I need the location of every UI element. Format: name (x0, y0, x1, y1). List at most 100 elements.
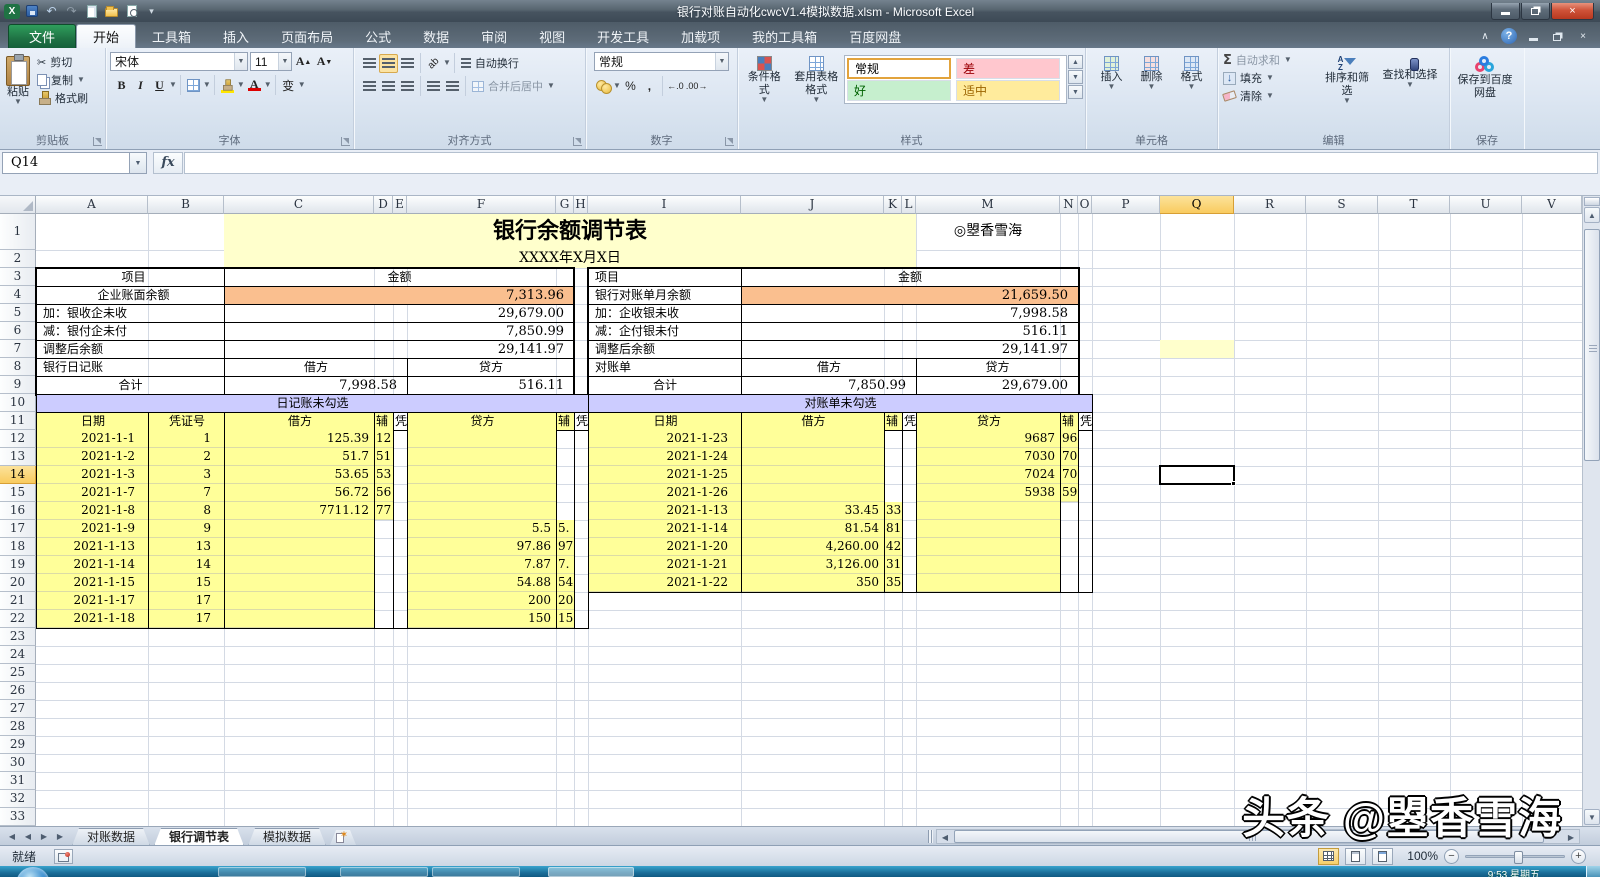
cell-D11[interactable]: 辅 (374, 412, 394, 431)
cell-J14[interactable] (741, 466, 884, 484)
zoom-in-button[interactable]: + (1571, 849, 1586, 864)
column-header-F[interactable]: F (407, 196, 556, 214)
cell-J16[interactable]: 33.45 (741, 502, 884, 520)
gallery-up-icon[interactable]: ▲ (1068, 55, 1083, 69)
cell-I16[interactable]: 2021-1-13 (588, 502, 741, 520)
row-header-9[interactable]: 9 (0, 376, 36, 394)
cell-F8[interactable]: 贷方 (407, 358, 575, 377)
cell-G20[interactable]: 54 (556, 574, 574, 592)
qat-undo-icon[interactable]: ↶ (43, 3, 60, 19)
cell-M18[interactable] (916, 538, 1060, 556)
cell-B12[interactable]: 1 (148, 430, 224, 448)
cell-style-差[interactable]: 差 (956, 58, 1060, 79)
cell-N13[interactable]: 70 (1060, 448, 1078, 466)
column-header-J[interactable]: J (741, 196, 884, 214)
cell-M13[interactable]: 7030 (916, 448, 1060, 466)
cell-J11[interactable]: 借方 (741, 412, 885, 431)
delete-cells-button[interactable]: 删除▼ (1132, 51, 1172, 91)
cell-J17[interactable]: 81.54 (741, 520, 884, 538)
cell-C13[interactable]: 51.7 (224, 448, 374, 466)
cell-F21[interactable]: 200 (407, 592, 556, 610)
show-desktop-button[interactable] (1586, 866, 1600, 877)
align-left-button[interactable] (360, 77, 379, 96)
vertical-scroll-thumb[interactable] (1584, 229, 1600, 461)
increase-decimal-button[interactable]: ←.0 (666, 77, 685, 96)
cell-I12[interactable]: 2021-1-23 (588, 430, 741, 448)
ribbon-tab-数据[interactable]: 数据 (407, 24, 465, 48)
column-header-A[interactable]: A (36, 196, 148, 214)
cut-button[interactable]: ✂剪切 (34, 53, 91, 71)
cell-F11[interactable]: 贷方 (407, 412, 557, 431)
column-header-B[interactable]: B (148, 196, 224, 214)
cell-A3[interactable]: 项目 (36, 268, 225, 287)
cell-F22[interactable]: 150 (407, 610, 556, 628)
gallery-down-icon[interactable]: ▼ (1068, 70, 1083, 84)
borders-button[interactable] (184, 76, 203, 95)
record-macro-button[interactable] (54, 849, 73, 864)
cell-J6[interactable]: 516.11 (741, 322, 1079, 341)
ribbon-tab-审阅[interactable]: 审阅 (465, 24, 523, 48)
cell-C5[interactable]: 29,679.00 (224, 304, 575, 323)
cell-I8[interactable]: 对账单 (588, 358, 742, 377)
sheet-nav-prev-icon[interactable]: ◀ (20, 829, 36, 844)
cell-J4[interactable]: 21,659.50 (741, 286, 1079, 305)
qat-customize-dropdown-icon[interactable]: ▾ (143, 3, 160, 19)
cell-B18[interactable]: 13 (148, 538, 224, 556)
ribbon-collapse-icon[interactable]: ∧ (1476, 28, 1494, 44)
cell-B16[interactable]: 8 (148, 502, 224, 520)
row-header-33[interactable]: 33 (0, 808, 36, 826)
font-family-select[interactable]: 宋体▼ (110, 52, 248, 71)
cell-I7[interactable]: 调整后余额 (588, 340, 742, 359)
underline-button[interactable]: U (150, 76, 169, 95)
cell-F15[interactable] (407, 484, 556, 502)
cell-C6[interactable]: 7,850.99 (224, 322, 575, 341)
clear-button[interactable]: 清除▼ (1220, 87, 1316, 105)
cell-I6[interactable]: 减：企付银未付 (588, 322, 742, 341)
qat-open-folder-icon[interactable] (103, 3, 120, 19)
row-header-17[interactable]: 17 (0, 520, 36, 538)
cell-J18[interactable]: 4,260.00 (741, 538, 884, 556)
row-header-7[interactable]: 7 (0, 340, 36, 358)
cell-C19[interactable] (224, 556, 374, 574)
cell-C20[interactable] (224, 574, 374, 592)
horizontal-scroll-thumb[interactable] (954, 830, 1544, 843)
cell-M20[interactable] (916, 574, 1060, 592)
cell-M15[interactable]: 5938 (916, 484, 1060, 502)
vertical-split-handle[interactable] (1584, 197, 1600, 206)
cell-A7[interactable]: 调整后余额 (36, 340, 225, 359)
cell-J7[interactable]: 29,141.97 (741, 340, 1079, 359)
cell-A4[interactable]: 企业账面余额 (36, 286, 225, 305)
cell-M16[interactable] (916, 502, 1060, 520)
ribbon-tab-工具箱[interactable]: 工具箱 (136, 24, 207, 48)
scroll-down-icon[interactable]: ▼ (1584, 809, 1600, 825)
taskbar-app-button[interactable] (432, 867, 520, 877)
cell-G17[interactable]: 5. (556, 520, 574, 538)
cell-D15[interactable]: 56 (374, 484, 393, 502)
cell-G19[interactable]: 7. (556, 556, 574, 574)
zoom-slider-thumb[interactable] (1514, 851, 1523, 864)
cell-I11[interactable]: 日期 (588, 412, 742, 431)
cell-B13[interactable]: 2 (148, 448, 224, 466)
cell-A17[interactable]: 2021-1-9 (36, 520, 148, 538)
cell-M19[interactable] (916, 556, 1060, 574)
ribbon-tab-页面布局[interactable]: 页面布局 (265, 24, 349, 48)
row-header-20[interactable]: 20 (0, 574, 36, 592)
cell-J20[interactable]: 350 (741, 574, 884, 592)
cell-I3[interactable]: 项目 (588, 268, 742, 287)
row-header-32[interactable]: 32 (0, 790, 36, 808)
tab-scroll-split-handle[interactable] (928, 830, 933, 843)
cell-N12[interactable]: 96 (1060, 430, 1078, 448)
cell-N11[interactable]: 辅 (1060, 412, 1079, 431)
ribbon-tab-公式[interactable]: 公式 (349, 24, 407, 48)
dialog-launcher[interactable] (93, 137, 102, 146)
column-header-U[interactable]: U (1450, 196, 1522, 214)
percent-button[interactable]: % (621, 77, 640, 96)
bold-button[interactable]: B (112, 76, 131, 95)
insert-worksheet-tab[interactable]: ✶ (330, 830, 356, 845)
cell-O11[interactable]: 凭 (1078, 412, 1093, 431)
row-header-31[interactable]: 31 (0, 772, 36, 790)
cell-K18[interactable]: 42 (884, 538, 902, 556)
qat-save-icon[interactable] (23, 3, 40, 19)
sheet-nav-last-icon[interactable]: ▶ (52, 829, 68, 844)
cell-B19[interactable]: 14 (148, 556, 224, 574)
